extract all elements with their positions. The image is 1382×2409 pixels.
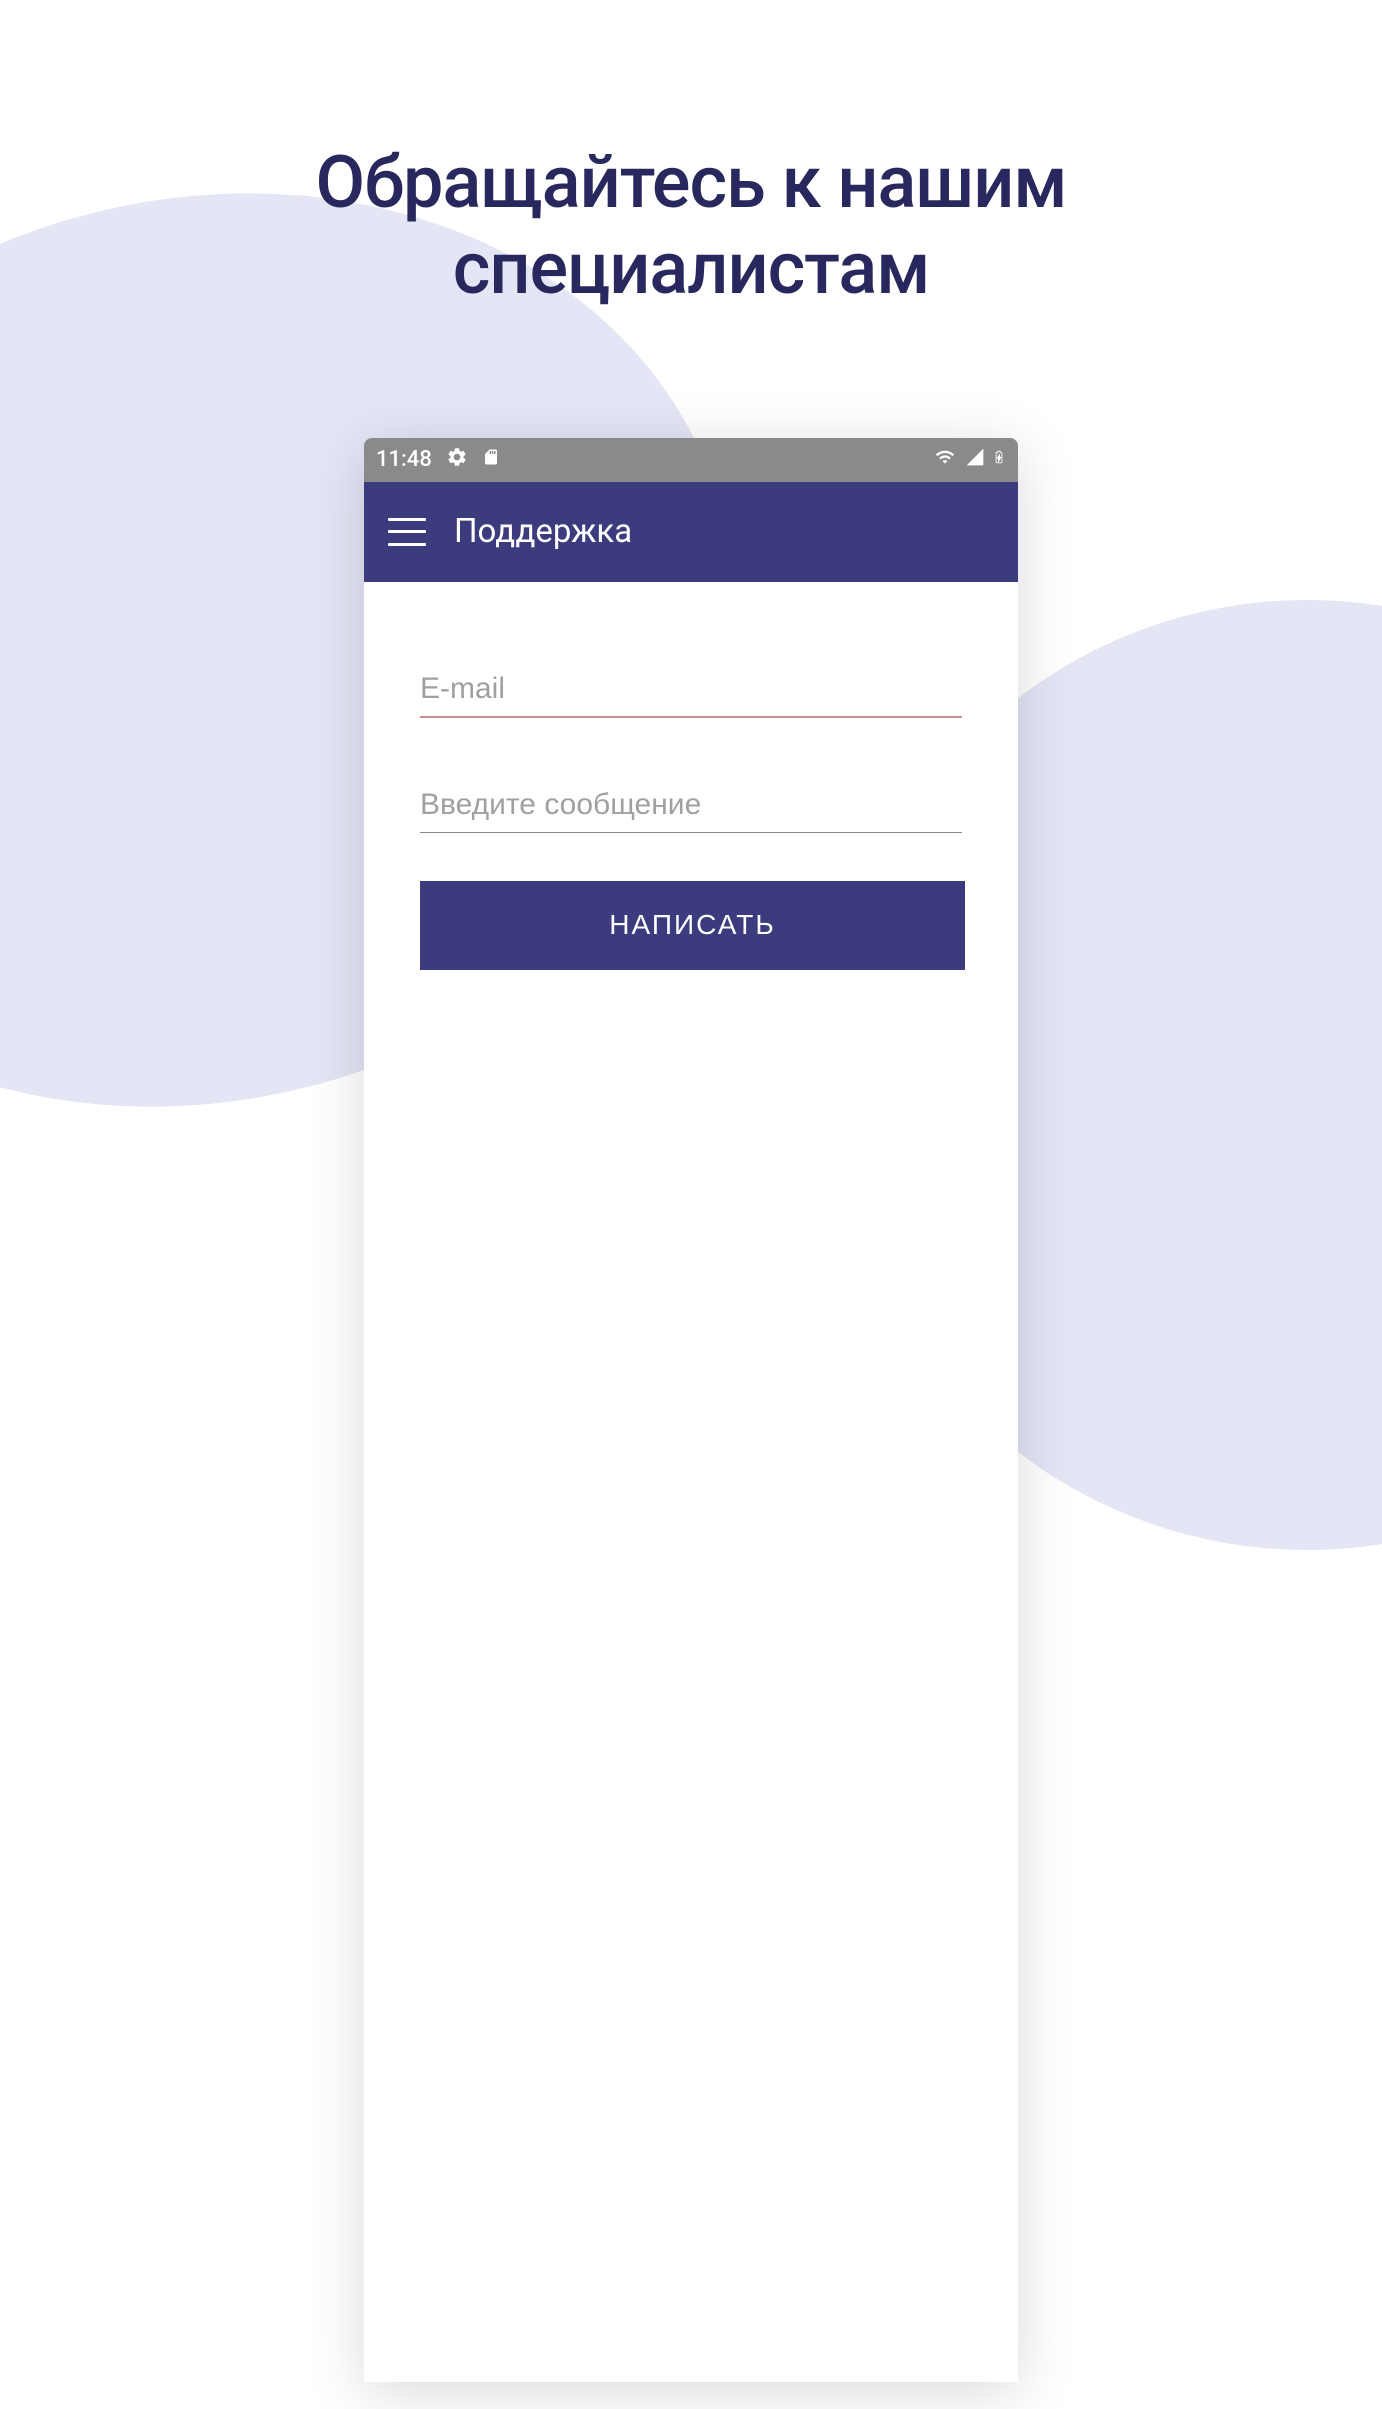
submit-button[interactable]: НАПИСАТЬ bbox=[420, 881, 965, 970]
status-time: 11:48 bbox=[376, 447, 432, 472]
app-bar: Поддержка bbox=[364, 482, 1018, 582]
gear-icon bbox=[446, 446, 468, 474]
status-bar-left: 11:48 bbox=[376, 446, 500, 474]
sd-card-icon bbox=[482, 446, 500, 474]
message-input[interactable] bbox=[420, 778, 962, 833]
app-bar-title: Поддержка bbox=[454, 512, 632, 551]
promo-heading-line1: Обращайтесь к нашим bbox=[316, 140, 1067, 225]
promo-heading: Обращайтесь к нашим специалистам bbox=[0, 0, 1382, 313]
promo-heading-line2: специалистам bbox=[453, 226, 930, 311]
status-bar-right bbox=[932, 446, 1006, 474]
signal-icon bbox=[964, 447, 986, 473]
support-form: НАПИСАТЬ bbox=[364, 582, 1018, 2382]
battery-charging-icon bbox=[992, 446, 1006, 474]
hamburger-icon[interactable] bbox=[388, 518, 426, 546]
email-input[interactable] bbox=[420, 662, 962, 718]
wifi-icon bbox=[932, 447, 958, 473]
phone-frame: 11:48 Поддержка bbox=[364, 438, 1018, 2382]
status-bar: 11:48 bbox=[364, 438, 1018, 482]
